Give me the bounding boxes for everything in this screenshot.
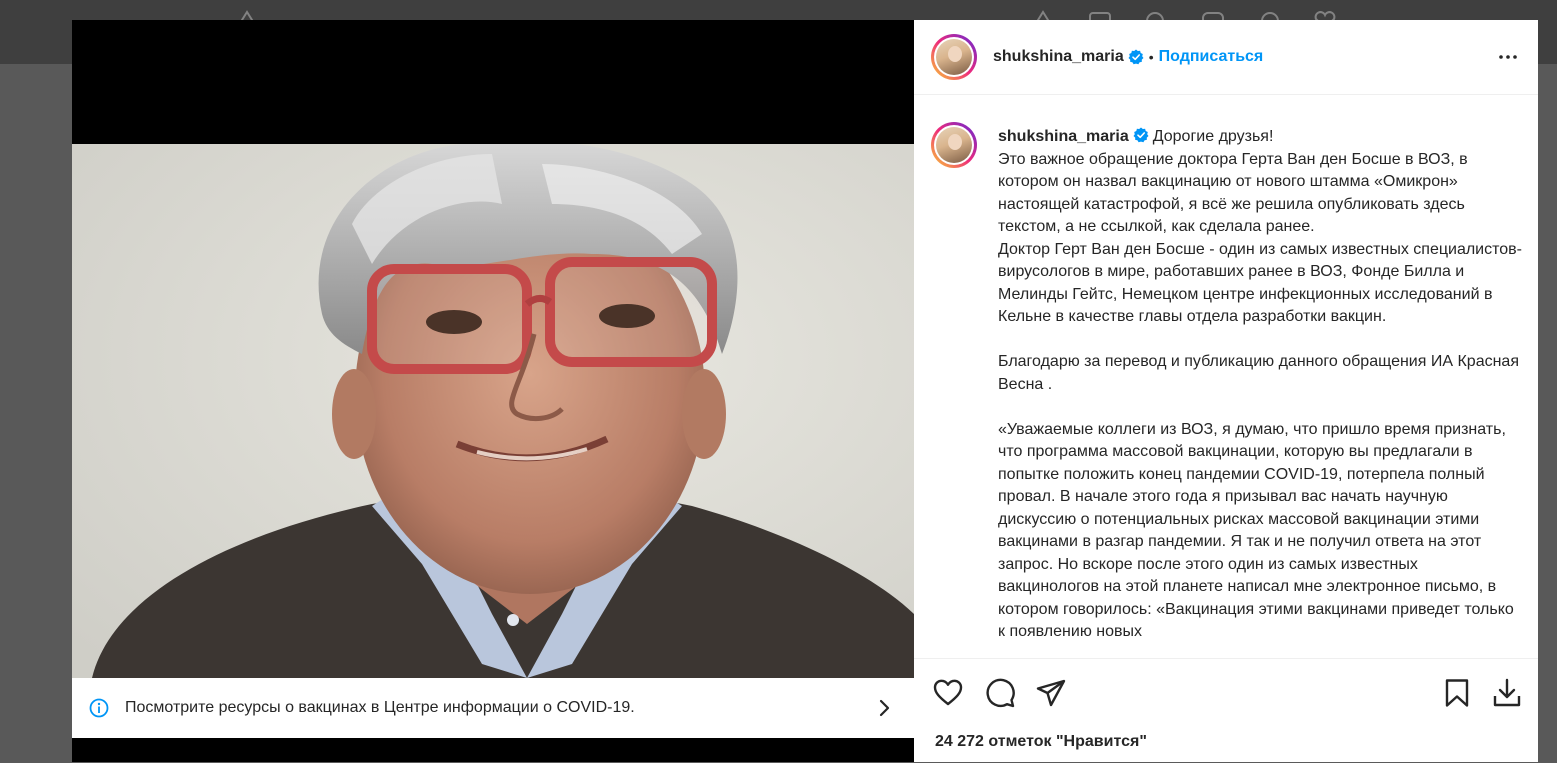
post-modal: Посмотрите ресурсы о вакцинах в Центре и… (72, 20, 1538, 762)
portrait-image (72, 144, 914, 678)
post-photo[interactable] (72, 144, 914, 678)
verified-badge-icon (1133, 127, 1149, 143)
caption-avatar[interactable] (931, 122, 977, 168)
caption-body: shukshina_maria Дорогие друзья! Это важно… (998, 126, 1523, 644)
background-right (1538, 64, 1557, 762)
header-username[interactable]: shukshina_maria (993, 48, 1124, 66)
avatar[interactable] (931, 34, 977, 80)
info-circle-icon (89, 698, 109, 718)
verified-badge-icon (1128, 49, 1144, 65)
caption-text: Дорогие друзья! Это важное обращение док… (998, 128, 1522, 640)
covid-info-text: Посмотрите ресурсы о вакцинах в Центре и… (125, 699, 635, 716)
covid-info-banner[interactable]: Посмотрите ресурсы о вакцинах в Центре и… (72, 678, 914, 738)
follow-button[interactable]: Подписаться (1159, 48, 1264, 66)
post-actions: 24 272 отметок "Нравится" (914, 658, 1538, 763)
post-header: shukshina_maria • Подписаться (914, 20, 1538, 95)
post-caption: shukshina_maria Дорогие друзья! Это важно… (914, 96, 1538, 658)
caption-username[interactable]: shukshina_maria (998, 128, 1129, 145)
more-options-icon[interactable] (1496, 45, 1520, 69)
post-media: Посмотрите ресурсы о вакцинах в Центре и… (72, 20, 914, 762)
heart-icon[interactable] (932, 677, 964, 709)
comment-icon[interactable] (984, 677, 1016, 709)
chevron-right-icon[interactable] (872, 696, 896, 720)
download-icon[interactable] (1491, 677, 1523, 709)
post-side-panel: shukshina_maria • Подписаться shukshina_… (914, 20, 1538, 762)
bookmark-icon[interactable] (1441, 677, 1473, 709)
header-separator: • (1148, 49, 1154, 65)
share-icon[interactable] (1035, 677, 1067, 709)
background-left (0, 64, 72, 762)
likes-count[interactable]: 24 272 отметок "Нравится" (935, 733, 1147, 751)
